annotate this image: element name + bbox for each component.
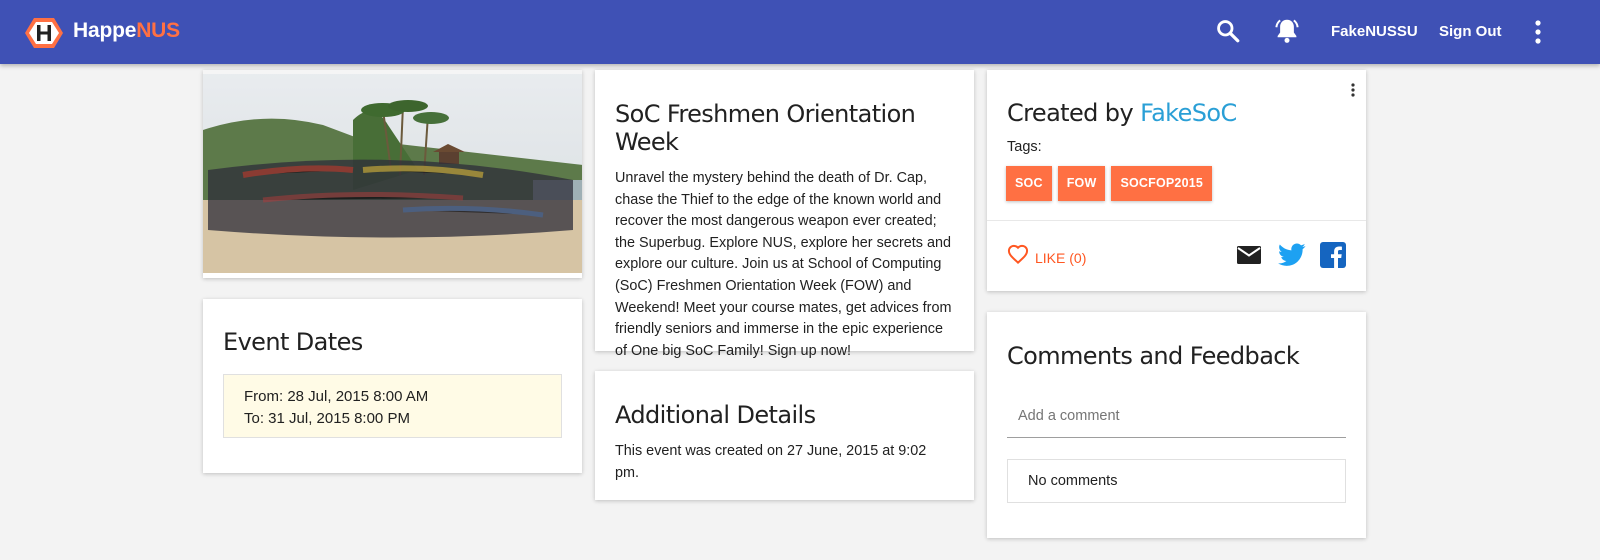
additional-details-card: Additional Details This event was create… [595,371,974,500]
event-dates-box: From: 28 Jul, 2015 8:00 AM To: 31 Jul, 2… [223,374,562,438]
event-description: Unravel the mystery behind the death of … [615,170,952,359]
tag-chip[interactable]: SOCFOP2015 [1111,166,1213,201]
event-description-card: SoC Freshmen Orientation Week Unravel th… [595,70,974,359]
heart-outline-icon [1007,244,1029,264]
like-label: LIKE (0) [1035,250,1087,266]
event-start-date: From: 28 Jul, 2015 8:00 AM [244,388,429,405]
user-menu-link[interactable]: FakeNUSSU [1331,23,1418,40]
additional-details-text: This event was created on 27 June, 2015 … [615,443,927,481]
more-vert-icon[interactable] [1530,19,1546,45]
event-dates-card: Event Dates From: 28 Jul, 2015 8:00 AM T… [203,299,582,473]
email-icon[interactable] [1236,244,1262,266]
sign-out-link[interactable]: Sign Out [1439,23,1502,40]
comments-card: Comments and Feedback No comments [987,312,1366,538]
card-divider [987,220,1366,221]
creator-author-link[interactable]: FakeSoC [1140,99,1237,127]
event-photo-card [203,70,582,278]
creator-heading: Created by FakeSoC [1007,99,1237,127]
event-dates-title: Event Dates [223,328,363,356]
facebook-icon[interactable] [1320,242,1346,268]
happenus-logo-icon[interactable] [24,16,64,50]
comment-input[interactable] [1007,394,1346,438]
twitter-icon[interactable] [1278,243,1306,267]
event-title: SoC Freshmen Orientation Week [615,100,916,156]
tags-label: Tags: [1007,139,1042,155]
no-comments-message: No comments [1007,459,1346,503]
like-button[interactable]: LIKE (0) [1007,242,1086,266]
creator-prefix: Created by [1007,99,1141,127]
brand-name-part2: NUS [136,19,180,42]
event-group-photo[interactable] [203,70,582,273]
tag-list: SOC FOW SOCFOP2015 [1006,166,1213,201]
additional-details-title: Additional Details [615,401,816,429]
brand-name-part1: Happe [73,19,137,42]
brand-name[interactable]: HappeNUS [73,19,180,43]
tag-chip[interactable]: FOW [1057,166,1106,201]
creator-card: Created by FakeSoC Tags: SOC FOW SOCFOP2… [987,70,1366,291]
search-icon[interactable] [1215,18,1241,44]
tag-chip[interactable]: SOC [1006,166,1052,201]
card-more-vert-icon[interactable] [1349,82,1357,98]
notification-bell-icon[interactable] [1272,16,1302,46]
event-end-date: To: 31 Jul, 2015 8:00 PM [244,409,410,427]
comments-title: Comments and Feedback [1007,342,1300,370]
top-app-bar: HappeNUS FakeNUSSU Sign Out [0,0,1600,64]
